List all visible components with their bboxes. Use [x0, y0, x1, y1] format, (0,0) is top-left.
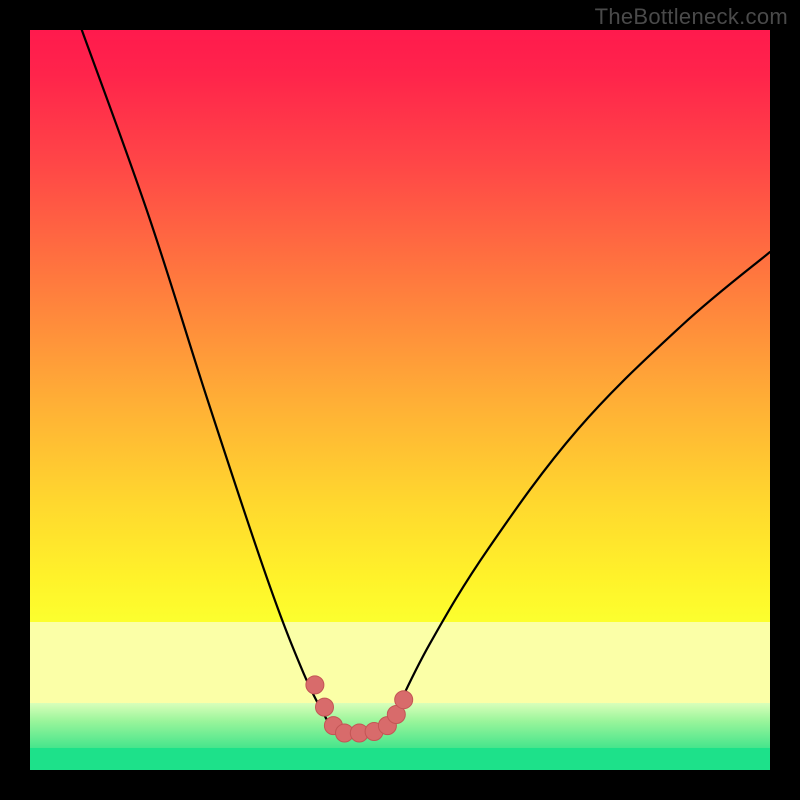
plot-area: [30, 30, 770, 770]
curve-right-branch: [393, 252, 770, 718]
valley-marker: [395, 691, 413, 709]
curve-layer: [30, 30, 770, 770]
chart-frame: TheBottleneck.com: [0, 0, 800, 800]
bottleneck-curve: [82, 30, 770, 734]
watermark-label: TheBottleneck.com: [595, 4, 788, 30]
valley-marker-group: [306, 676, 413, 742]
valley-marker: [316, 698, 334, 716]
curve-left-branch: [82, 30, 326, 718]
valley-marker: [306, 676, 324, 694]
